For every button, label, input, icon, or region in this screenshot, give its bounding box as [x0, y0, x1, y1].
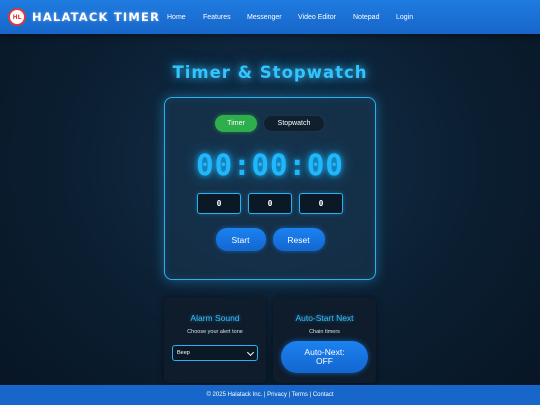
timer-mode-button[interactable]: Timer	[215, 115, 257, 132]
nav-messenger[interactable]: Messenger	[247, 14, 282, 21]
alarm-title: Alarm Sound	[190, 313, 240, 323]
time-display: 00:00:00	[196, 148, 344, 182]
footer-text: © 2025 Halatack Inc. | Privacy | Terms |…	[206, 392, 334, 398]
time-inputs: 0 0 0	[165, 193, 375, 214]
footer: © 2025 Halatack Inc. | Privacy | Terms |…	[0, 385, 540, 405]
alarm-sound-select[interactable]: Beep	[172, 345, 258, 361]
seconds-input[interactable]: 0	[299, 193, 343, 214]
alarm-subtitle: Choose your alert tone	[187, 329, 243, 335]
chevron-down-icon	[246, 348, 255, 357]
brand-title: HALATACK TIMER	[32, 10, 161, 24]
auto-next-toggle-button[interactable]: Auto-Next: OFF	[281, 341, 368, 373]
auto-next-state: OFF	[316, 356, 333, 366]
timer-card: Timer Stopwatch 00:00:00 0 0 0 Start Res…	[164, 97, 376, 280]
start-button[interactable]: Start	[215, 228, 266, 251]
logo-icon: HL	[8, 8, 26, 26]
timer-actions: Start Reset	[165, 228, 375, 251]
reset-button[interactable]: Reset	[272, 228, 325, 251]
nav-features[interactable]: Features	[203, 14, 231, 21]
nav-notepad[interactable]: Notepad	[353, 14, 379, 21]
auto-start-subtitle: Chain timers	[309, 329, 340, 335]
brand[interactable]: HL HALATACK TIMER	[8, 8, 160, 26]
auto-start-panel: Auto-Start Next Chain timers Auto-Next: …	[273, 297, 376, 383]
alarm-panel: Alarm Sound Choose your alert tone Beep	[164, 297, 266, 383]
minutes-input[interactable]: 0	[248, 193, 292, 214]
stopwatch-mode-button[interactable]: Stopwatch	[263, 115, 325, 132]
navbar: HL HALATACK TIMER Home Features Messenge…	[0, 0, 540, 34]
auto-start-title: Auto-Start Next	[295, 313, 354, 323]
nav-video-editor[interactable]: Video Editor	[298, 14, 336, 21]
page-title: Timer & Stopwatch	[172, 63, 368, 82]
mode-toggle: Timer Stopwatch	[165, 115, 375, 132]
alarm-selected-value: Beep	[177, 350, 190, 356]
hours-input[interactable]: 0	[197, 193, 241, 214]
nav-home[interactable]: Home	[167, 14, 186, 21]
nav-login[interactable]: Login	[396, 14, 413, 21]
